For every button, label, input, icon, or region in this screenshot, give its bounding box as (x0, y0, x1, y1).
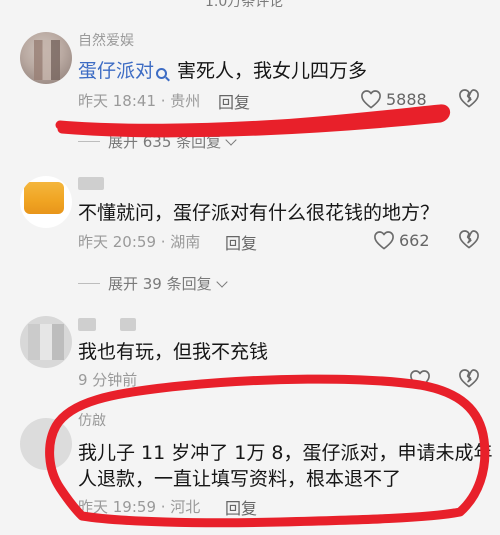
broken-heart-icon[interactable] (458, 229, 480, 249)
like-count: 5888 (386, 89, 427, 109)
like-button[interactable] (409, 368, 431, 390)
comment-text-line: 我儿子 11 岁冲了 1万 8，蛋仔派对，申请未成年 (78, 442, 493, 464)
avatar-image (24, 182, 64, 214)
chevron-down-icon (225, 133, 237, 146)
username-mosaic (120, 318, 136, 331)
like-button[interactable]: 5888 (360, 88, 427, 110)
avatar[interactable] (20, 418, 72, 470)
search-icon (156, 68, 168, 79)
avatar[interactable] (20, 176, 72, 228)
username-mosaic (78, 318, 96, 331)
comment-text: 蛋仔派对 害死人，我女儿四万多 (78, 60, 368, 82)
avatar[interactable] (20, 316, 72, 368)
top-bar: 1.0万条评论 (0, 0, 500, 10)
like-button[interactable]: 662 (373, 229, 430, 251)
chevron-down-icon (215, 275, 228, 288)
reply-button[interactable]: 回复 (218, 89, 250, 113)
comment-meta: 昨天 20:59 · 湖南 (78, 233, 201, 251)
avatar-mosaic (28, 324, 64, 360)
mention-link[interactable]: 蛋仔派对 (78, 60, 171, 82)
avatar[interactable] (20, 32, 72, 84)
username[interactable]: 自然爱娱 (78, 30, 134, 50)
comment-meta: 昨天 19:59 · 河北 (78, 498, 201, 516)
red-underline-annotation (55, 104, 451, 138)
comment-text-line: 人退款，一直让填写资料，根本退不了 (78, 468, 402, 490)
username-mosaic (78, 177, 104, 190)
reply-button[interactable]: 回复 (225, 495, 257, 519)
heart-outline-icon (360, 89, 382, 109)
comment-meta: 昨天 18:41 · 贵州 (78, 92, 201, 110)
comment-count-title: 1.0万条评论 (205, 0, 284, 10)
comment-text: 不懂就问，蛋仔派对有什么很花钱的地方？ (78, 202, 440, 224)
divider (78, 141, 100, 142)
divider (78, 283, 100, 284)
expand-replies-button[interactable]: 展开 39 条回复 (78, 273, 228, 294)
heart-outline-icon (373, 230, 395, 250)
like-count: 662 (399, 230, 430, 250)
broken-heart-icon[interactable] (458, 88, 480, 108)
avatar-mosaic (34, 40, 60, 80)
comment-text: 我也有玩，但我不充钱 (78, 341, 269, 363)
comment-meta: 9 分钟前 (78, 371, 138, 389)
expand-replies-button[interactable]: 展开 635 条回复 (78, 131, 237, 152)
username[interactable]: 仿啟 (78, 410, 106, 430)
broken-heart-icon[interactable] (458, 368, 480, 388)
heart-outline-icon (409, 369, 431, 389)
reply-button[interactable]: 回复 (225, 230, 257, 254)
